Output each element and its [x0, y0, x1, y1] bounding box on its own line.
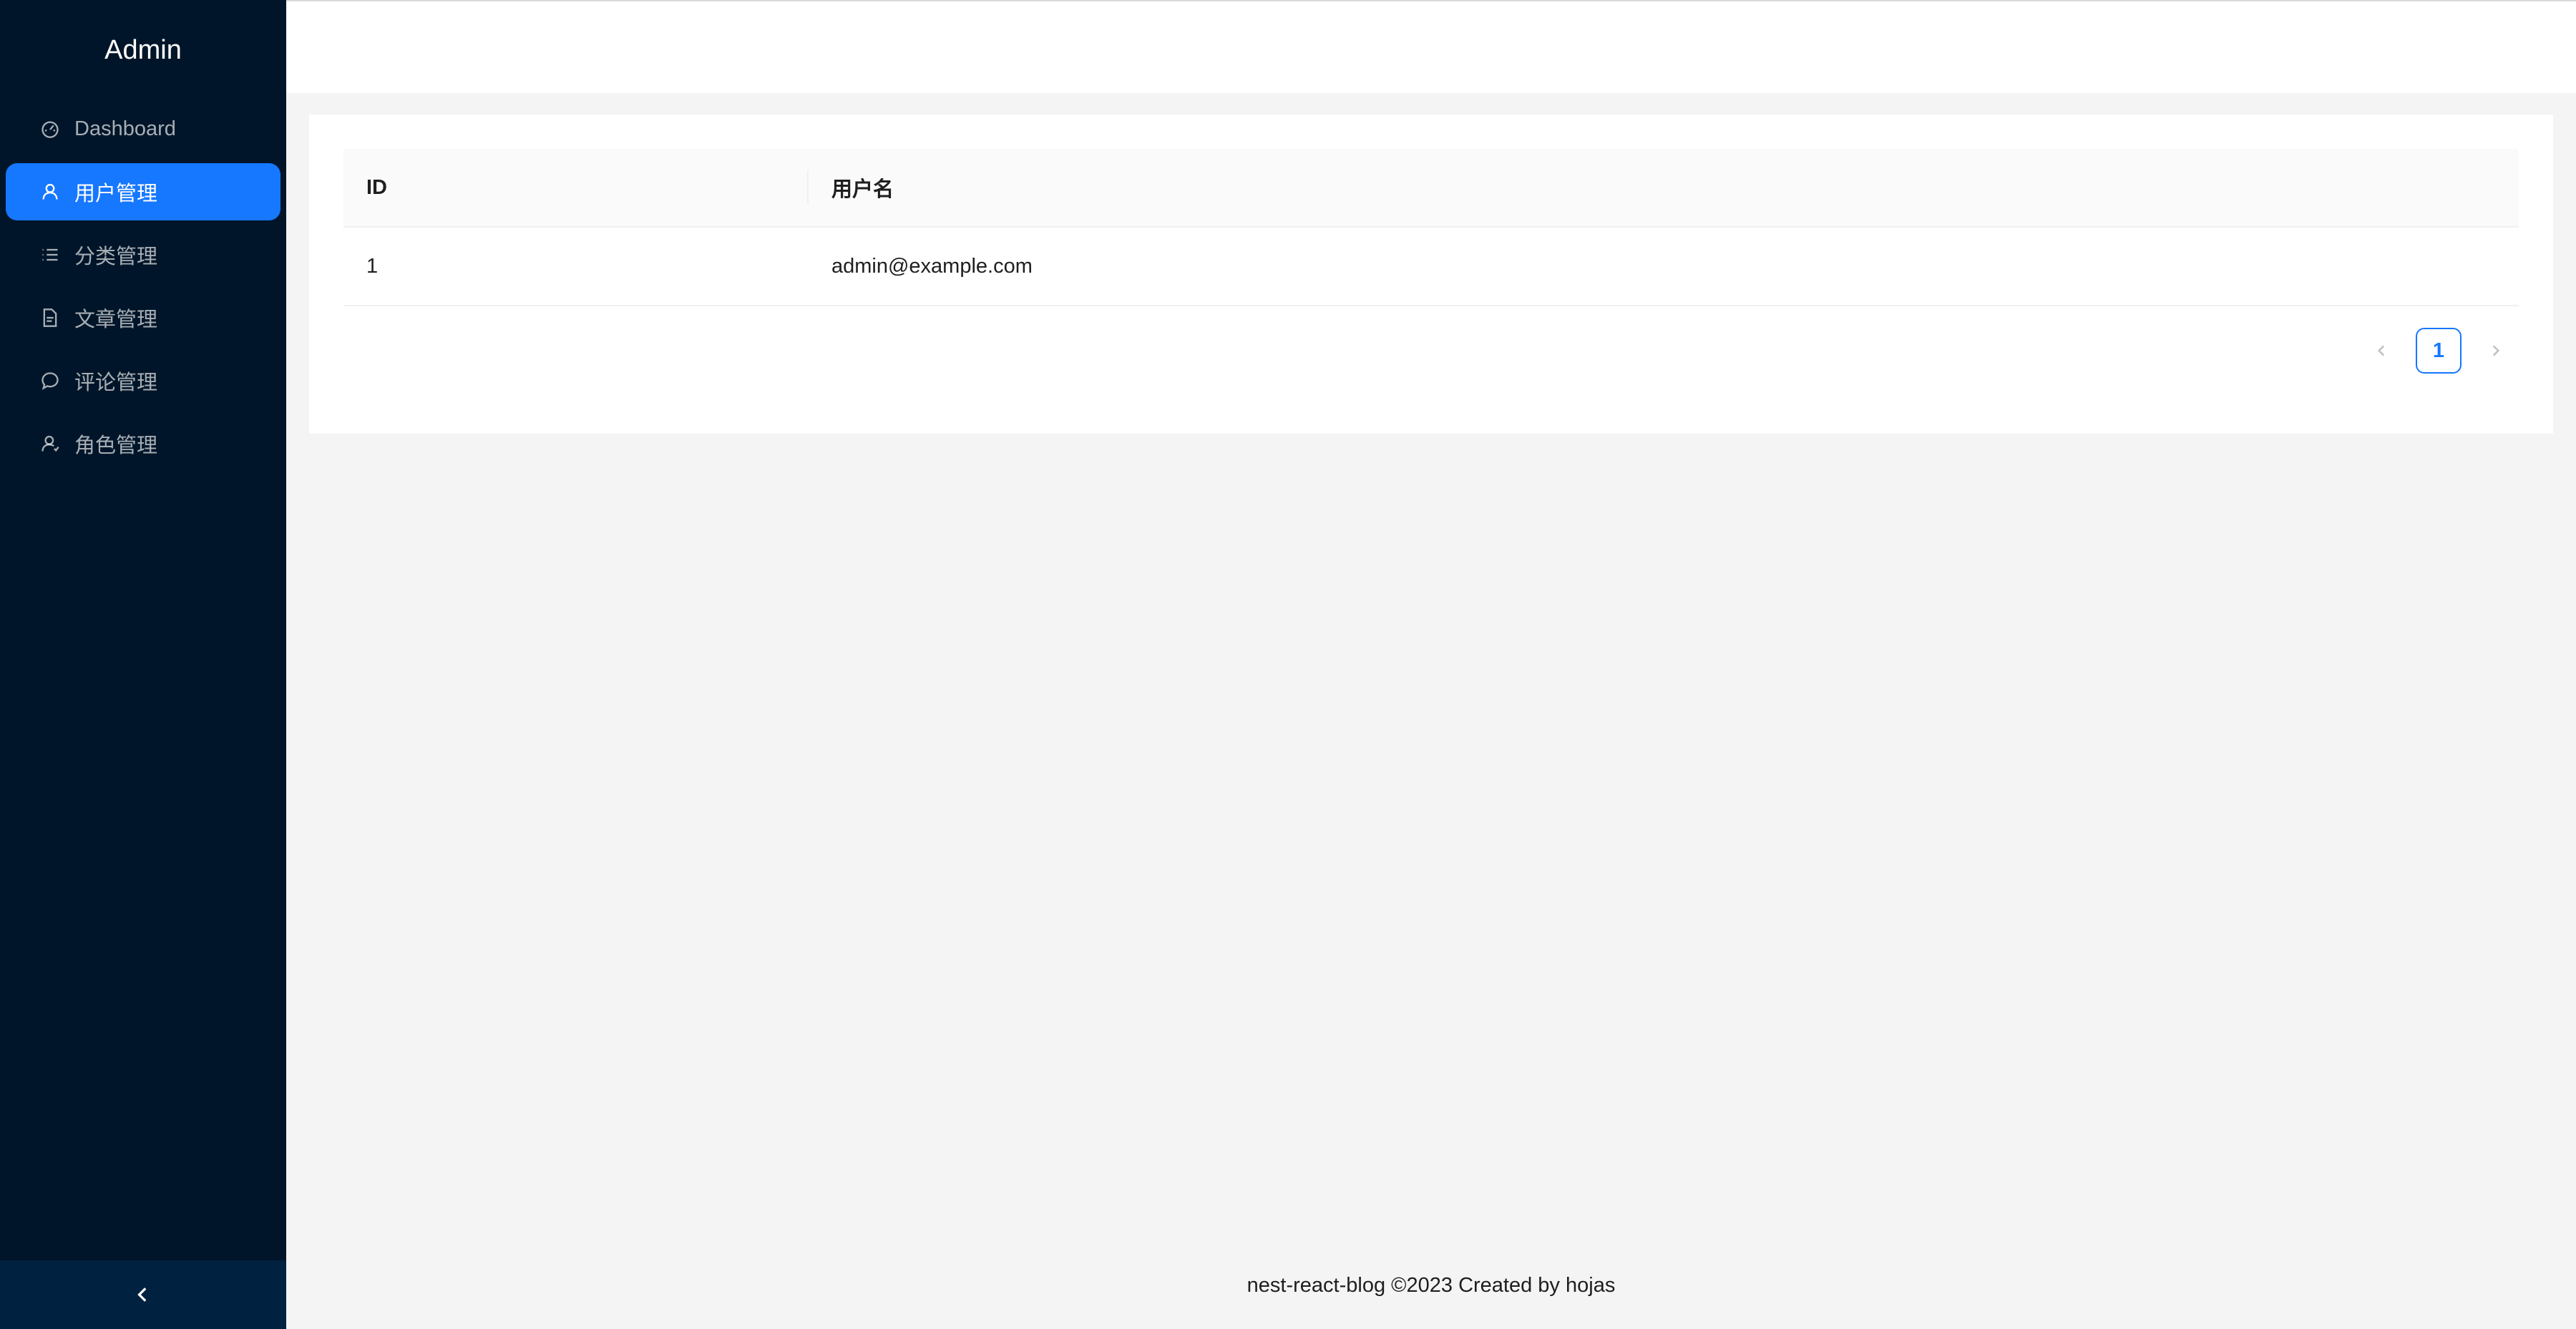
content-card: ID 用户名 1 admin@example.com 1: [309, 115, 2553, 434]
prev-page-button[interactable]: [2358, 328, 2404, 374]
main-area: ID 用户名 1 admin@example.com 1 nest-react-…: [286, 0, 2576, 1329]
users-table: ID 用户名 1 admin@example.com: [343, 149, 2519, 306]
sidebar-item-dashboard[interactable]: Dashboard: [6, 100, 280, 157]
sidebar-item-label: 角色管理: [74, 434, 158, 457]
page-number-current[interactable]: 1: [2416, 328, 2462, 374]
table-row[interactable]: 1 admin@example.com: [343, 227, 2519, 306]
sidebar-item-users[interactable]: 用户管理: [6, 163, 280, 220]
sidebar-item-label: 用户管理: [74, 182, 158, 205]
sidebar: Admin Dashboard 用户管理 分类管理 文章管理 评论管理 角色管理: [0, 0, 286, 1329]
column-header-username[interactable]: 用户名: [809, 149, 2519, 228]
sidebar-collapse-button[interactable]: [0, 1260, 286, 1329]
dashboard-icon: [40, 119, 60, 139]
app-logo: Admin: [104, 34, 182, 65]
sidebar-item-articles[interactable]: 文章管理: [6, 289, 280, 346]
top-header: [286, 0, 2576, 93]
sidebar-item-label: 文章管理: [74, 308, 158, 331]
app-root: Admin Dashboard 用户管理 分类管理 文章管理 评论管理 角色管理…: [0, 0, 2576, 1329]
sidebar-item-comments[interactable]: 评论管理: [6, 352, 280, 409]
sidebar-item-label: Dashboard: [74, 117, 176, 140]
page-footer: nest-react-blog ©2023 Created by hojas: [1246, 1274, 1616, 1297]
sidebar-item-roles[interactable]: 角色管理: [6, 415, 280, 472]
column-header-id[interactable]: ID: [343, 149, 809, 228]
sidebar-menu: Dashboard 用户管理 分类管理 文章管理 评论管理 角色管理: [0, 100, 286, 472]
sidebar-item-label: 评论管理: [74, 371, 158, 394]
file-icon: [40, 308, 60, 328]
next-page-button[interactable]: [2473, 328, 2519, 374]
user-role-icon: [40, 434, 60, 454]
comment-icon: [40, 371, 60, 391]
user-icon: [40, 182, 60, 202]
chevron-right-icon: [2492, 345, 2500, 356]
cell-username: admin@example.com: [809, 227, 2519, 306]
list-icon: [40, 245, 60, 265]
chevron-left-icon: [2377, 345, 2385, 356]
table-header-row: ID 用户名: [343, 149, 2519, 228]
sidebar-item-categories[interactable]: 分类管理: [6, 226, 280, 283]
chevron-left-icon: [137, 1287, 147, 1302]
sidebar-item-label: 分类管理: [74, 245, 158, 268]
pagination: 1: [2358, 328, 2519, 374]
cell-id: 1: [343, 227, 809, 306]
